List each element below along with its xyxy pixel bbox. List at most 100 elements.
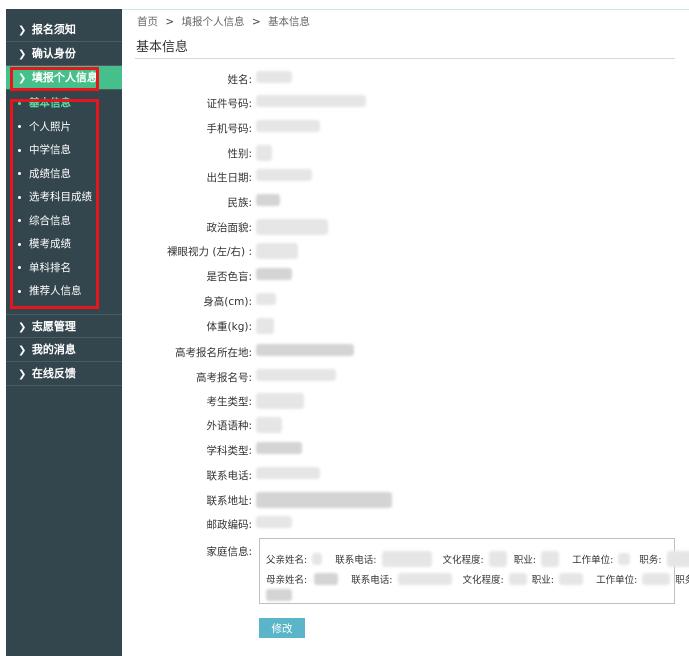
field-ethnicity: 民族: — [122, 191, 682, 211]
blurred-value — [256, 194, 280, 206]
mother-name-label: 母亲姓名: — [266, 575, 308, 586]
title-divider — [135, 58, 675, 59]
field-birthdate: 出生日期: — [122, 166, 682, 186]
blurred-value — [256, 95, 366, 107]
breadcrumb-home[interactable]: 首页 — [137, 16, 158, 28]
nav-item-label: 报名须知 — [31, 23, 76, 36]
field-gender: 性别: — [122, 142, 682, 162]
blurred-value — [256, 369, 336, 381]
nav-item-label: 确认身份 — [31, 47, 76, 60]
top-divider — [122, 9, 689, 10]
blurred-value — [256, 145, 272, 161]
blurred-value — [381, 551, 432, 567]
field-label: 高考报名所在地: — [174, 347, 252, 359]
blurred-value — [256, 71, 292, 83]
father-row: 父亲姓名: 联系电话: 文化程度: 职业: 工作单位: 职务: — [266, 547, 689, 567]
blurred-value — [256, 243, 298, 259]
field-label: 外语语种: — [206, 420, 252, 432]
blurred-value — [266, 589, 292, 601]
blurred-value — [559, 573, 584, 585]
field-label: 民族: — [227, 197, 252, 209]
mother-job-label: 职业: — [531, 575, 554, 586]
breadcrumb-section[interactable]: 填报个人信息 — [182, 16, 245, 28]
blurred-value — [256, 318, 274, 334]
blurred-value — [256, 467, 320, 479]
blurred-value — [256, 219, 328, 235]
field-label: 身高(cm): — [203, 296, 252, 308]
field-color-blind: 是否色盲: — [122, 265, 682, 285]
page-title: 基本信息 — [136, 40, 189, 55]
field-label: 体重(kg): — [206, 321, 252, 333]
chevron-right-icon: > — [165, 16, 175, 28]
mother-row: 母亲姓名: 联系电话: 文化程度: 职业: 工作单位: 职务: — [266, 571, 689, 586]
nav-item-online-feedback[interactable]: ❯ 在线反馈 — [6, 362, 122, 386]
blurred-value — [314, 573, 339, 585]
field-exam-number: 高考报名号: — [122, 366, 682, 386]
mother-edu-label: 文化程度: — [462, 575, 504, 586]
chevron-right-icon: ❯ — [18, 368, 27, 380]
field-label: 性别: — [227, 148, 252, 160]
father-edu-label: 文化程度: — [442, 555, 484, 566]
nav-item-label: 志愿管理 — [31, 319, 76, 333]
nav-item-my-messages[interactable]: ❯ 我的消息 — [6, 338, 122, 362]
blurred-value — [256, 492, 392, 508]
field-postal-code: 邮政编码: — [122, 513, 682, 533]
nav-item-label: 在线反馈 — [31, 366, 76, 380]
field-label: 证件号码: — [206, 98, 252, 110]
field-label: 学科类型: — [206, 445, 252, 457]
field-contact-address: 联系地址: — [122, 489, 682, 509]
field-label: 家庭信息: — [206, 546, 252, 558]
blurred-value — [256, 293, 276, 305]
chevron-right-icon: ❯ — [18, 321, 27, 333]
nav-item-confirm-identity[interactable]: ❯ 确认身份 — [6, 42, 122, 66]
field-label: 联系电话: — [206, 470, 252, 482]
blurred-value — [666, 551, 689, 567]
highlight-box-sub-menu — [10, 99, 99, 309]
field-id-number: 证件号码: — [122, 92, 682, 112]
nav-item-registration-notice[interactable]: ❯ 报名须知 — [6, 18, 122, 42]
nav-item-label: 我的消息 — [31, 342, 76, 356]
field-label: 手机号码: — [206, 123, 252, 135]
blurred-value — [397, 573, 452, 585]
blurred-value — [256, 516, 292, 528]
blurred-value — [642, 573, 671, 585]
field-label: 考生类型: — [206, 396, 252, 408]
blurred-value — [256, 169, 312, 181]
field-contact-phone: 联系电话: — [122, 464, 682, 484]
field-label: 邮政编码: — [206, 519, 252, 531]
father-title-label: 职务: — [639, 555, 662, 566]
field-label: 联系地址: — [206, 495, 252, 507]
field-weight: 体重(kg): — [122, 315, 682, 335]
blurred-value — [256, 120, 320, 132]
father-phone-label: 联系电话: — [335, 555, 377, 566]
field-candidate-type: 考生类型: — [122, 390, 682, 410]
blurred-value — [541, 551, 560, 567]
field-height: 身高(cm): — [122, 290, 682, 310]
blurred-value — [618, 553, 631, 565]
father-work-label: 工作单位: — [572, 555, 614, 566]
field-label: 裸眼视力 (左/右) : — [167, 246, 252, 258]
blurred-value — [256, 344, 354, 356]
father-name-label: 父亲姓名: — [266, 555, 308, 566]
mother-work-label: 工作单位: — [596, 575, 638, 586]
field-label: 政治面貌: — [206, 222, 252, 234]
field-eyesight: 裸眼视力 (左/右) : — [122, 240, 682, 260]
field-foreign-language: 外语语种: — [122, 414, 682, 434]
family-info-box: 父亲姓名: 联系电话: 文化程度: 职业: 工作单位: 职务: 母亲姓名: 联系… — [259, 538, 689, 604]
chevron-right-icon: ❯ — [18, 25, 27, 36]
blurred-value — [256, 417, 282, 433]
highlight-box-personal-info — [10, 67, 99, 91]
field-label: 姓名: — [227, 74, 252, 86]
blurred-value — [256, 268, 292, 280]
edit-button[interactable]: 修改 — [259, 618, 305, 638]
mother-title-value-row — [266, 587, 292, 602]
field-exam-location: 高考报名所在地: — [122, 341, 682, 361]
field-political-status: 政治面貌: — [122, 216, 682, 236]
nav-item-volunteer-management[interactable]: ❯ 志愿管理 — [6, 313, 122, 338]
blurred-value — [256, 442, 302, 454]
mother-title-label: 职务: — [675, 575, 689, 586]
chevron-right-icon: ❯ — [18, 49, 27, 60]
breadcrumb-current: 基本信息 — [268, 16, 310, 28]
blurred-value — [312, 553, 323, 565]
field-label: 是否色盲: — [206, 271, 252, 283]
